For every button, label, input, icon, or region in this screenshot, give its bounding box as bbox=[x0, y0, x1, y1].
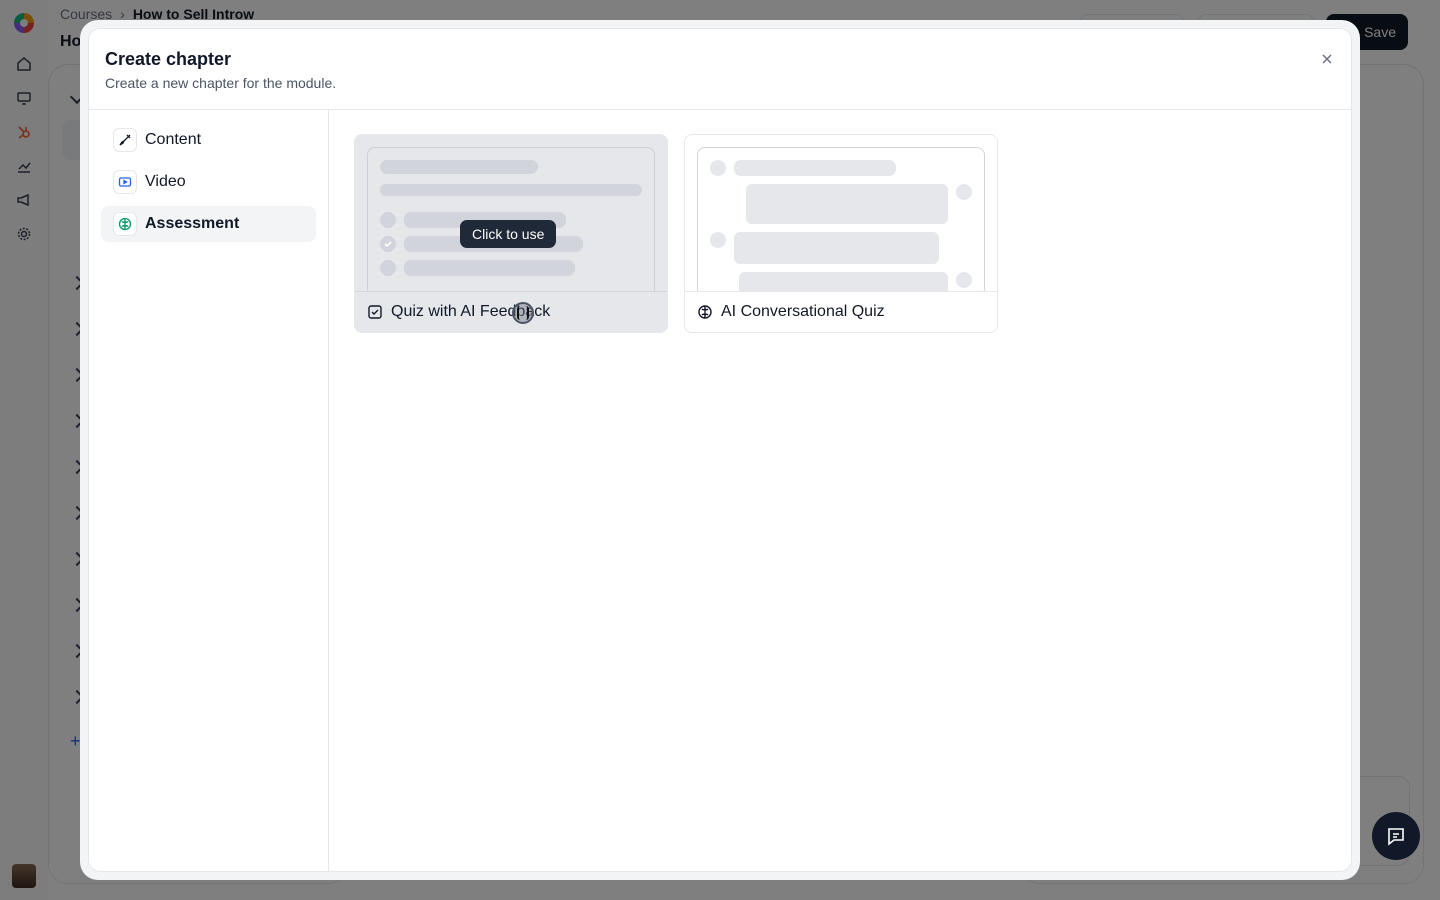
template-card-conversational-quiz[interactable]: AI Conversational Quiz bbox=[684, 134, 998, 333]
category-video[interactable]: Video bbox=[101, 164, 316, 200]
dialog-title: Create chapter bbox=[105, 49, 232, 69]
category-assessment[interactable]: Assessment bbox=[101, 206, 316, 242]
avatar-dot bbox=[710, 160, 726, 176]
avatar-dot bbox=[710, 232, 726, 248]
check-icon bbox=[380, 236, 396, 252]
template-label: AI Conversational Quiz bbox=[721, 303, 885, 320]
radio-icon bbox=[380, 212, 396, 228]
skeleton-bar bbox=[734, 160, 896, 176]
skeleton-bar bbox=[404, 260, 575, 276]
brush-icon bbox=[113, 128, 137, 152]
category-label: Video bbox=[145, 173, 186, 190]
brain-icon bbox=[698, 305, 712, 319]
skeleton-bar bbox=[380, 160, 538, 174]
skeleton-bar bbox=[380, 184, 642, 196]
template-grid: Click to use Quiz with AI Feedback AI Co… bbox=[330, 110, 1351, 871]
preview-mockup bbox=[697, 147, 985, 302]
mouse-cursor bbox=[512, 302, 534, 324]
template-preview bbox=[685, 135, 997, 302]
dialog-body: Content Video Assessment Click to use Qu… bbox=[89, 110, 1351, 871]
create-chapter-dialog: Create chapter Create a new chapter for … bbox=[80, 20, 1360, 880]
dialog-description: Create a new chapter for the module. bbox=[105, 75, 337, 91]
category-list: Content Video Assessment bbox=[89, 110, 329, 871]
dialog-header: Create chapter Create a new chapter for … bbox=[89, 29, 1351, 110]
click-to-use-tooltip: Click to use bbox=[460, 220, 557, 248]
category-label: Content bbox=[145, 131, 202, 148]
brain-icon bbox=[113, 212, 137, 236]
template-preview: Click to use bbox=[355, 135, 667, 297]
chat-bubble bbox=[746, 184, 948, 224]
chat-button[interactable] bbox=[1372, 812, 1420, 860]
avatar-dot bbox=[956, 272, 972, 288]
radio-icon bbox=[380, 260, 396, 276]
avatar-dot bbox=[956, 184, 972, 200]
close-icon[interactable] bbox=[1319, 51, 1335, 67]
template-footer: AI Conversational Quiz bbox=[685, 291, 997, 332]
dialog-panel: Create chapter Create a new chapter for … bbox=[88, 28, 1352, 872]
chat-bubble bbox=[734, 232, 939, 264]
category-label: Assessment bbox=[145, 215, 240, 232]
template-footer: Quiz with AI Feedback bbox=[355, 291, 667, 332]
video-icon bbox=[113, 170, 137, 194]
checkbox-icon bbox=[368, 305, 382, 319]
template-card-quiz[interactable]: Click to use Quiz with AI Feedback bbox=[354, 134, 668, 333]
category-content[interactable]: Content bbox=[101, 122, 316, 158]
